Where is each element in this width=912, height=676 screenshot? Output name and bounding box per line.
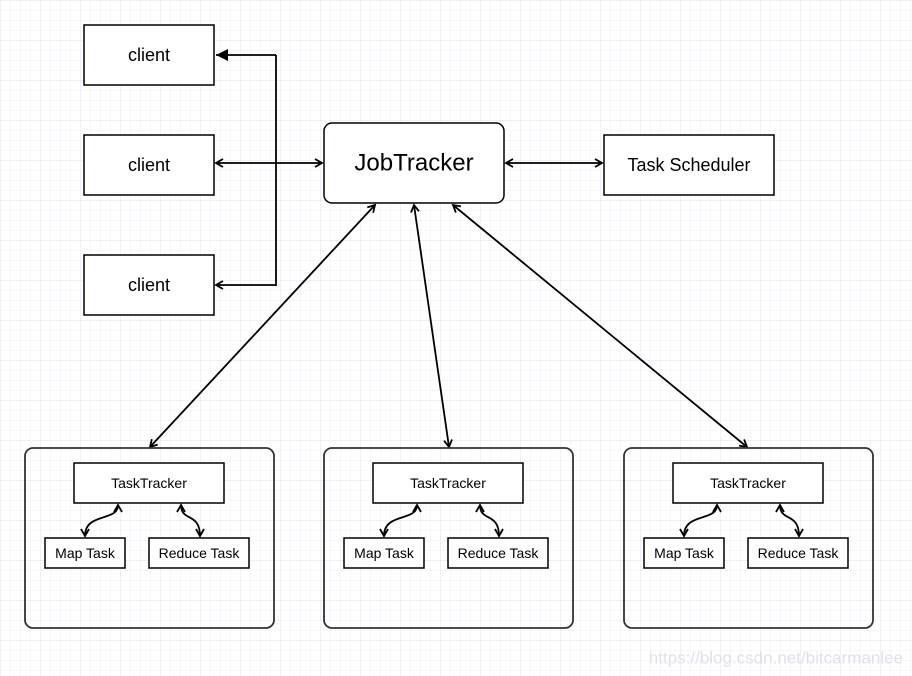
grid-background [0,0,912,676]
client-label: client [128,45,170,65]
client-label: client [128,155,170,175]
map-task-box[interactable]: Map Task [643,537,725,569]
client-box-3[interactable]: client [83,254,215,316]
tasktracker-box[interactable]: TaskTracker [672,462,824,504]
reduce-task-box[interactable]: Reduce Task [747,537,849,569]
watermark: https://blog.csdn.net/bitcarmanlee [649,649,903,668]
tasktracker-box[interactable]: TaskTracker [372,462,524,504]
reduce-task-label: Reduce Task [159,545,241,561]
client-label: client [128,275,170,295]
tasktracker-box[interactable]: TaskTracker [73,462,225,504]
tasktracker-label: TaskTracker [410,475,486,491]
map-task-label: Map Task [354,545,415,561]
reduce-task-label: Reduce Task [458,545,540,561]
map-task-box[interactable]: Map Task [44,537,126,569]
map-task-label: Map Task [55,545,116,561]
map-task-box[interactable]: Map Task [343,537,425,569]
tasktracker-label: TaskTracker [710,475,786,491]
client-box-1[interactable]: client [83,24,215,86]
reduce-task-box[interactable]: Reduce Task [447,537,549,569]
client-box-2[interactable]: client [83,134,215,196]
reduce-task-box[interactable]: Reduce Task [148,537,250,569]
diagram-canvas: client client client JobTracker Task Sch… [0,0,912,676]
jobtracker-box[interactable]: JobTracker [323,122,505,204]
task-scheduler-label: Task Scheduler [627,155,750,175]
map-task-label: Map Task [654,545,715,561]
tasktracker-label: TaskTracker [111,475,187,491]
reduce-task-label: Reduce Task [758,545,840,561]
jobtracker-label: JobTracker [354,150,473,177]
task-scheduler-box[interactable]: Task Scheduler [603,134,775,196]
